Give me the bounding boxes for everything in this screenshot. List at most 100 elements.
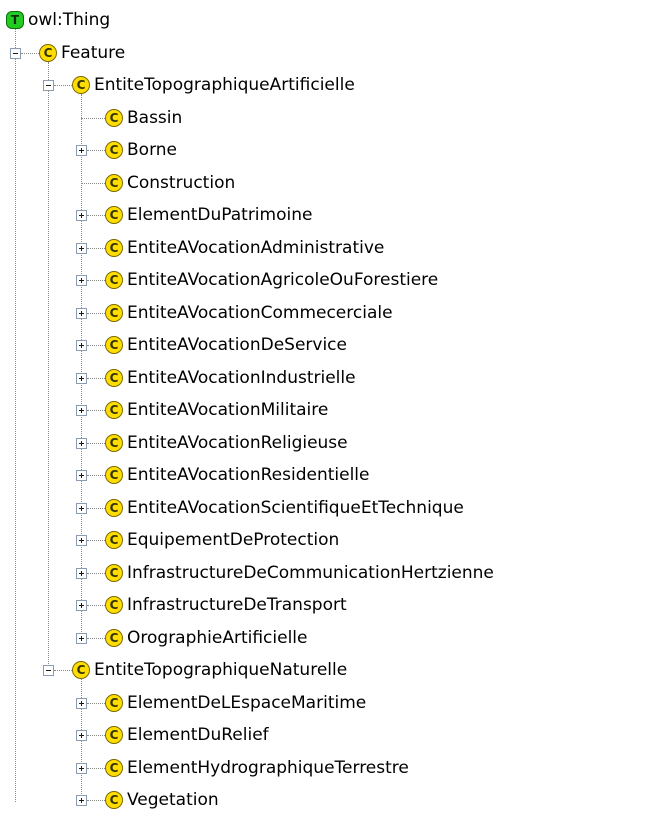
tree-node-label[interactable]: Construction: [127, 173, 235, 193]
tree-node-label[interactable]: Feature: [61, 43, 125, 63]
expand-plus-icon[interactable]: [76, 535, 87, 547]
owl-class-icon: C: [105, 693, 123, 712]
tree-node-label[interactable]: ElementHydrographiqueTerrestre: [127, 758, 409, 778]
tree-node[interactable]: C EntiteAVocationResidentielle: [0, 459, 662, 491]
owl-class-icon: C: [105, 368, 123, 387]
tree-node-label[interactable]: EntiteAVocationMilitaire: [127, 400, 328, 420]
expand-plus-icon[interactable]: [76, 242, 87, 254]
tree-node-label[interactable]: EntiteTopographiqueArtificielle: [94, 75, 355, 95]
tree-node[interactable]: C EntiteAVocationIndustrielle: [0, 362, 662, 394]
tree-node-label[interactable]: EntiteAVocationResidentielle: [127, 465, 369, 485]
tree-node-label[interactable]: Bassin: [127, 108, 182, 128]
expand-plus-icon[interactable]: [76, 275, 87, 287]
tree-node-label[interactable]: EntiteAVocationAgricoleOuForestiere: [127, 270, 438, 290]
tree-node-label[interactable]: ElementDeLEspaceMaritime: [127, 693, 366, 713]
tree-node[interactable]: C EntiteAVocationMilitaire: [0, 394, 662, 426]
tree-node-label[interactable]: ElementDuRelief: [127, 725, 269, 745]
owl-class-icon: C: [105, 466, 123, 485]
tree-node[interactable]: C ElementHydrographiqueTerrestre: [0, 752, 662, 784]
tree-node-label[interactable]: ElementDuPatrimoine: [127, 205, 312, 225]
tree-node[interactable]: C EntiteAVocationAgricoleOuForestiere: [0, 264, 662, 296]
tree-node-label[interactable]: EntiteAVocationAdministrative: [127, 238, 384, 258]
tree-node-label[interactable]: EquipementDeProtection: [127, 530, 339, 550]
tree-node[interactable]: C OrographieArtificielle: [0, 622, 662, 654]
owl-class-icon: C: [105, 271, 123, 290]
owl-class-icon: C: [105, 498, 123, 517]
tree-node-label[interactable]: OrographieArtificielle: [127, 628, 308, 648]
collapse-minus-icon[interactable]: [10, 47, 21, 59]
tree-node-label[interactable]: EntiteAVocationReligieuse: [127, 433, 348, 453]
expand-plus-icon[interactable]: [76, 795, 87, 807]
tree-node-label[interactable]: EntiteTopographiqueNaturelle: [94, 660, 347, 680]
tree-node-label[interactable]: InfrastructureDeTransport: [127, 595, 347, 615]
expand-plus-icon[interactable]: [76, 697, 87, 709]
tree-branch-line: [87, 377, 105, 379]
owl-class-icon: C: [105, 336, 123, 355]
collapse-minus-icon[interactable]: [43, 665, 54, 677]
tree-node[interactable]: C EntiteAVocationAdministrative: [0, 232, 662, 264]
expand-plus-icon[interactable]: [76, 502, 87, 514]
owl-class-icon: C: [105, 108, 123, 127]
expand-plus-icon[interactable]: [76, 405, 87, 417]
tree-node-label[interactable]: EntiteAVocationDeService: [127, 335, 347, 355]
expand-plus-icon[interactable]: [76, 307, 87, 319]
expand-plus-icon[interactable]: [76, 600, 87, 612]
tree-node[interactable]: C EntiteAVocationScientifiqueEtTechnique: [0, 492, 662, 524]
tree-node[interactable]: C Borne: [0, 134, 662, 166]
tree-node[interactable]: C ElementDuRelief: [0, 719, 662, 751]
owl-class-icon: C: [105, 401, 123, 420]
tree-node[interactable]: C EquipementDeProtection: [0, 524, 662, 556]
tree-branch-line: [87, 280, 105, 282]
owl-class-icon: C: [105, 173, 123, 192]
expand-plus-icon[interactable]: [76, 340, 87, 352]
expand-plus-icon[interactable]: [76, 567, 87, 579]
tree-node[interactable]: C Construction: [0, 167, 662, 199]
tree-node-label[interactable]: owl:Thing: [28, 10, 110, 30]
tree-node[interactable]: C ElementDuPatrimoine: [0, 199, 662, 231]
tree-branch-line: [87, 410, 105, 412]
tree-node-label[interactable]: EntiteAVocationScientifiqueEtTechnique: [127, 498, 464, 518]
tree-branch-line: [81, 117, 105, 119]
tree-branch-line: [87, 572, 105, 574]
owl-class-icon: C: [105, 791, 123, 810]
expand-plus-icon[interactable]: [76, 762, 87, 774]
tree-node-label[interactable]: EntiteAVocationCommecerciale: [127, 303, 393, 323]
tree-node[interactable]: C InfrastructureDeTransport: [0, 589, 662, 621]
tree-node[interactable]: C EntiteAVocationCommecerciale: [0, 297, 662, 329]
tree-node[interactable]: C Feature: [0, 37, 662, 69]
tree-branch-line: [87, 507, 105, 509]
tree-node[interactable]: C ElementDeLEspaceMaritime: [0, 687, 662, 719]
tree-node[interactable]: C EntiteAVocationDeService: [0, 329, 662, 361]
tree-node[interactable]: C Vegetation: [0, 784, 662, 816]
tree-branch-line: [87, 702, 105, 704]
tree-node-label[interactable]: Vegetation: [127, 790, 219, 810]
tree-branch-line: [54, 670, 72, 672]
expand-plus-icon[interactable]: [76, 730, 87, 742]
expand-plus-icon[interactable]: [76, 145, 87, 157]
tree-root-node[interactable]: Towl:Thing: [0, 4, 662, 36]
owl-class-icon: C: [105, 531, 123, 550]
tree-node[interactable]: C EntiteTopographiqueArtificielle: [0, 69, 662, 101]
expand-plus-icon[interactable]: [76, 437, 87, 449]
tree-branch-line: [87, 637, 105, 639]
expand-plus-icon[interactable]: [76, 470, 87, 482]
tree-branch-line: [87, 215, 105, 217]
tree-branch-line: [87, 800, 105, 802]
tree-branch-line: [87, 475, 105, 477]
tree-node-label[interactable]: Borne: [127, 140, 177, 160]
class-hierarchy-tree: Towl:Thing C Feature C EntiteTopographiqueAr…: [0, 0, 662, 810]
tree-branch-line: [87, 150, 105, 152]
tree-node-label[interactable]: InfrastructureDeCommunicationHertzienne: [127, 563, 494, 583]
tree-branch-line: [87, 442, 105, 444]
expand-plus-icon[interactable]: [76, 372, 87, 384]
owl-class-icon: C: [105, 563, 123, 582]
expand-plus-icon[interactable]: [76, 632, 87, 644]
tree-node[interactable]: C EntiteTopographiqueNaturelle: [0, 654, 662, 686]
expand-plus-icon[interactable]: [76, 210, 87, 222]
tree-node[interactable]: C Bassin: [0, 102, 662, 134]
owl-class-icon: C: [105, 758, 123, 777]
collapse-minus-icon[interactable]: [43, 80, 54, 92]
tree-node[interactable]: C InfrastructureDeCommunicationHertzienne: [0, 557, 662, 589]
tree-node[interactable]: C EntiteAVocationReligieuse: [0, 427, 662, 459]
tree-node-label[interactable]: EntiteAVocationIndustrielle: [127, 368, 356, 388]
